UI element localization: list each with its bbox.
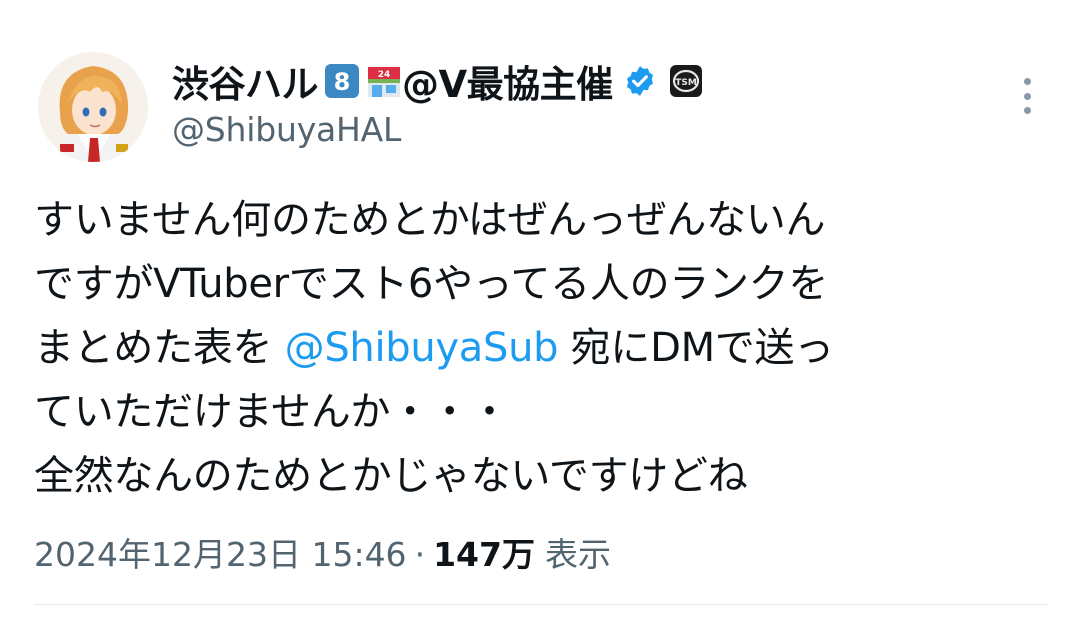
keycap-number: 8	[334, 68, 351, 96]
svg-text:TSM: TSM	[675, 78, 697, 88]
more-options-button[interactable]	[1012, 78, 1042, 114]
tweet-meta: 2024年12月23日 15:46 · 147万 表示	[34, 528, 611, 576]
display-name-suffix[interactable]: @V最協主催	[402, 54, 613, 108]
meta-separator: ·	[414, 535, 426, 574]
views-label: 表示	[544, 535, 611, 574]
more-dot-icon	[1023, 78, 1031, 85]
store-sign-number: 24	[378, 70, 391, 80]
tweet-timestamp[interactable]: 2024年12月23日 15:46	[34, 528, 407, 576]
tweet-line: ていただけませんか・・・	[34, 389, 510, 435]
more-dot-icon	[1023, 92, 1031, 100]
tweet-line-with-mention: まとめた表を @ShibuyaSub 宛にDMで送っ	[34, 316, 1054, 380]
tweet-text: すいません何のためとかはぜんっぜんないん ですがVTuberでスト6やってる人の…	[34, 188, 1054, 508]
keycap-8-icon: 8	[324, 63, 360, 99]
tweet-text-segment: 宛にDMで送っ	[558, 325, 835, 371]
display-name[interactable]: 渋谷ハル	[172, 54, 319, 108]
tweet-line: ですがVTuberでスト6やってる人のランクを	[34, 261, 829, 307]
author-name-row[interactable]: 渋谷ハル 8 24 @V最協主催 TSM	[172, 56, 703, 106]
convenience-store-icon: 24	[366, 63, 402, 99]
author-handle[interactable]: @ShibuyaHAL	[172, 110, 401, 149]
more-dot-icon	[1023, 107, 1031, 114]
tweet-text-segment: まとめた表を	[34, 325, 285, 371]
divider	[34, 604, 1048, 605]
verified-badge-icon[interactable]	[623, 64, 657, 98]
views-count[interactable]: 147万	[433, 528, 535, 576]
tweet-line: すいません何のためとかはぜんっぜんないん	[34, 197, 826, 243]
avatar-image	[38, 52, 148, 162]
avatar[interactable]	[38, 52, 148, 162]
tweet-line: 全然なんのためとかじゃないですけどね	[34, 453, 748, 499]
mention-link[interactable]: @ShibuyaSub	[285, 325, 559, 371]
tsm-team-icon: TSM	[669, 64, 703, 98]
